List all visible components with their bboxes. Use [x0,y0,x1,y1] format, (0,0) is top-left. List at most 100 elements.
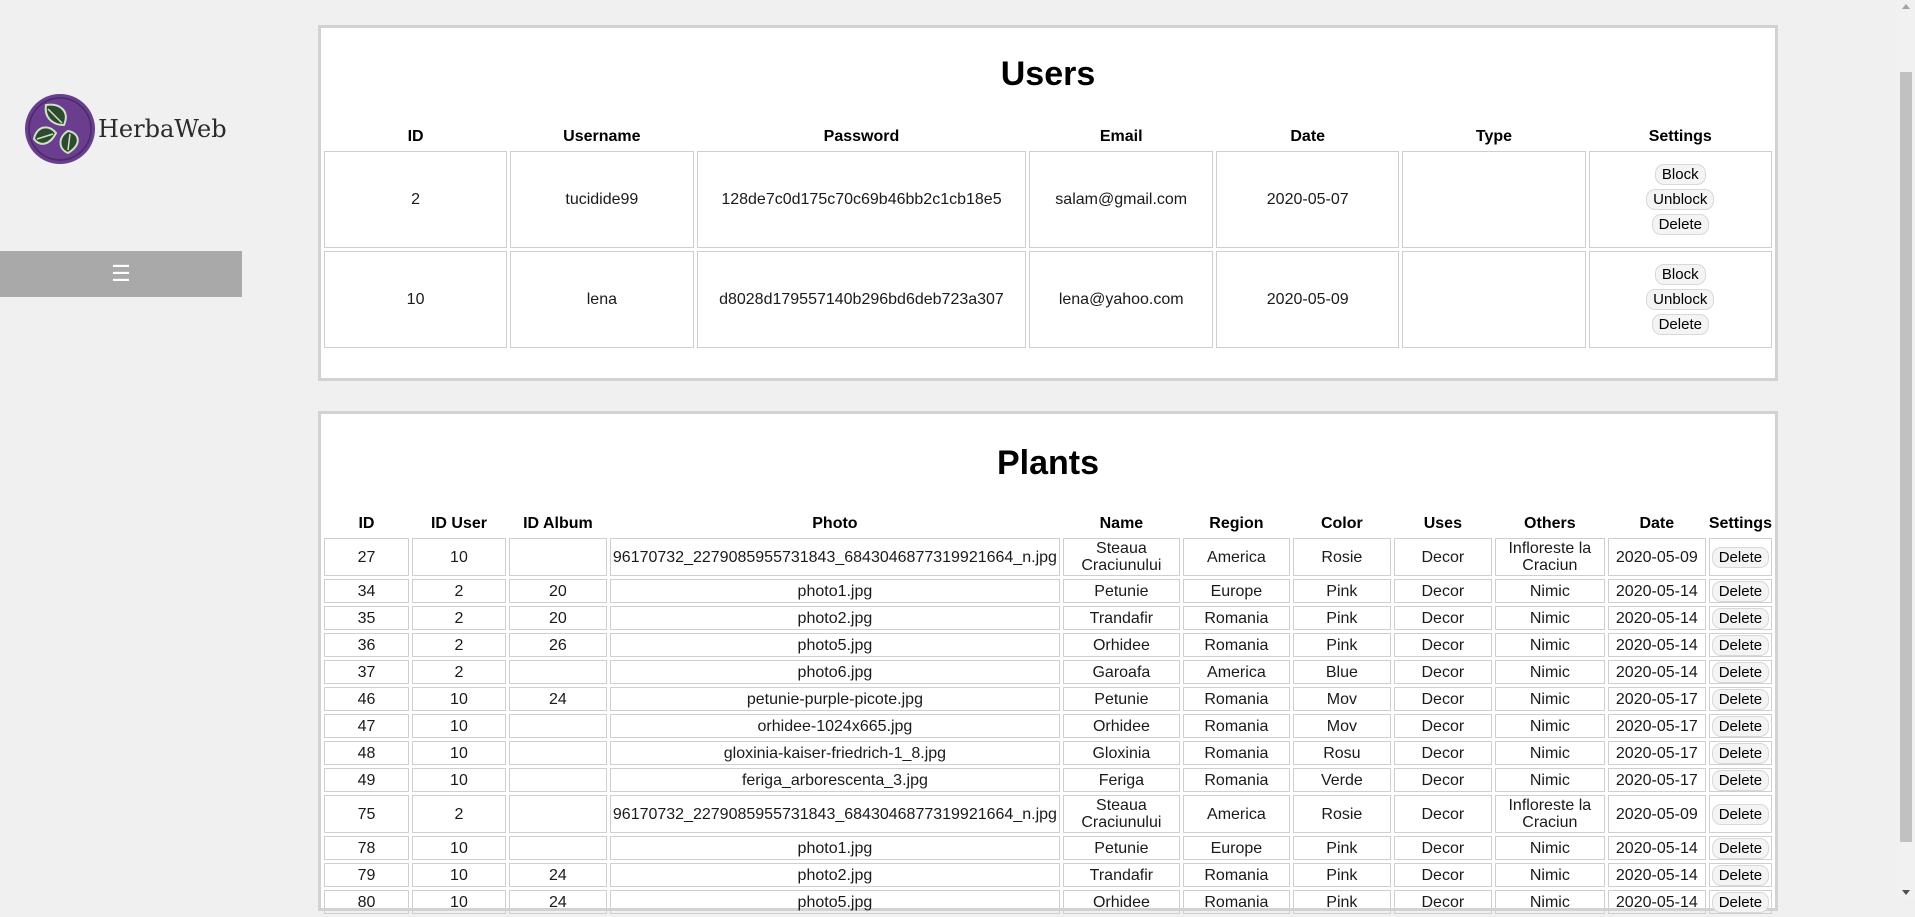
plant-cell-id-user: 10 [411,714,506,738]
plant-cell-id-user: 10 [411,768,506,792]
plant-settings-cell: Delete [1708,795,1772,833]
plant-cell-id-user: 2 [411,633,506,657]
plant-cell-color: Blue [1292,660,1391,684]
delete-plant-button[interactable]: Delete [1711,634,1770,656]
plant-cell-color: Rosie [1292,795,1391,833]
plant-cell-uses: Decor [1393,660,1492,684]
plant-cell-id-user: 10 [411,863,506,887]
plant-cell-photo: 96170732_2279085955731843_68430468773199… [609,795,1060,833]
plants-panel: Plants ID ID User ID Album Photo Name Region C… [318,411,1778,914]
plant-cell-color: Mov [1292,687,1391,711]
users-panel: Users ID Username Password Email Date Ty… [318,25,1778,381]
plant-cell-others: Nimic [1494,660,1605,684]
plant-cell-id: 75 [324,795,409,833]
plant-cell-color: Rosu [1292,741,1391,765]
scroll-up-arrow-icon[interactable] [1902,4,1910,9]
plant-cell-name: Petunie [1062,687,1180,711]
col-email: Email [1099,128,1143,145]
plant-row: 37 2 photo6.jpg Garoafa America Blue Decor Nimi… [324,660,1772,684]
plant-cell-name: Trandafir [1062,606,1180,630]
plant-cell-id-album: 24 [508,687,607,711]
plant-row: 48 10 gloxinia-kaiser-friedrich-1_8.jpg Glo… [324,741,1772,765]
plant-cell-id-album [508,714,607,738]
delete-plant-button[interactable]: Delete [1711,837,1770,859]
user-cell-username: lena [510,251,694,348]
delete-plant-button[interactable]: Delete [1711,607,1770,629]
plant-cell-color: Pink [1292,579,1391,603]
delete-plant-button[interactable]: Delete [1711,891,1770,913]
user-cell-username: tucidide99 [510,151,694,248]
plant-cell-color: Pink [1292,633,1391,657]
user-cell-date: 2020-05-09 [1216,251,1400,348]
unblock-button[interactable]: Unblock [1646,289,1715,310]
plant-cell-photo: photo2.jpg [609,863,1060,887]
plant-cell-name: Feriga [1062,768,1180,792]
plant-cell-others: Nimic [1494,579,1605,603]
users-table: ID Username Password Email Date Type Set… [321,123,1775,351]
plant-cell-uses: Decor [1393,795,1492,833]
plant-cell-id-album [508,741,607,765]
scrollbar-thumb[interactable] [1900,72,1912,842]
delete-plant-button[interactable]: Delete [1711,803,1770,825]
plant-settings-cell: Delete [1708,890,1772,914]
delete-plant-button[interactable]: Delete [1711,715,1770,737]
block-button[interactable]: Block [1654,164,1706,185]
plant-row: 75 2 96170732_2279085955731843_68430468773… [324,795,1772,833]
plant-cell-uses: Decor [1393,687,1492,711]
plants-col-date: Date [1639,515,1675,532]
delete-plant-button[interactable]: Delete [1711,769,1770,791]
plant-cell-color: Pink [1292,890,1391,914]
delete-user-button[interactable]: Delete [1651,214,1709,235]
col-id: ID [407,128,424,145]
plant-settings-cell: Delete [1708,687,1772,711]
plant-settings-cell: Delete [1708,606,1772,630]
delete-user-button[interactable]: Delete [1651,314,1709,335]
plant-cell-photo: photo5.jpg [609,890,1060,914]
plant-row: 34 2 20 photo1.jpg Petunie Europe Pink Decor Nim… [324,579,1772,603]
users-title: Users [1000,55,1096,93]
delete-plant-button[interactable]: Delete [1711,661,1770,683]
plant-cell-id-album [508,836,607,860]
vertical-scrollbar[interactable] [1897,0,1915,899]
plant-settings-cell: Delete [1708,741,1772,765]
scroll-down-arrow-icon[interactable] [1902,890,1910,895]
plant-cell-color: Rosie [1292,538,1391,576]
plants-col-name: Name [1099,515,1144,532]
plants-col-id-user: ID User [430,515,487,532]
plant-cell-date: 2020-05-14 [1607,836,1706,860]
plant-cell-id-user: 2 [411,579,506,603]
plant-cell-others: Infloreste la Craciun [1494,795,1605,833]
user-cell-email: salam@gmail.com [1029,151,1214,248]
plant-cell-others: Nimic [1494,768,1605,792]
plant-row: 27 10 96170732_2279085955731843_6843046877… [324,538,1772,576]
plant-cell-uses: Decor [1393,606,1492,630]
plant-cell-uses: Decor [1393,633,1492,657]
plant-cell-photo: gloxinia-kaiser-friedrich-1_8.jpg [609,741,1060,765]
plant-cell-others: Nimic [1494,863,1605,887]
unblock-button[interactable]: Unblock [1646,189,1715,210]
plant-settings-cell: Delete [1708,538,1772,576]
col-username: Username [563,128,641,145]
plant-cell-id: 48 [324,741,409,765]
plant-cell-region: America [1182,538,1290,576]
delete-plant-button[interactable]: Delete [1711,688,1770,710]
user-cell-password: d8028d179557140b296bd6deb723a307 [696,251,1027,348]
menu-toggle-button[interactable]: ☰ [0,251,242,297]
delete-plant-button[interactable]: Delete [1711,580,1770,602]
delete-plant-button[interactable]: Delete [1711,742,1770,764]
plant-cell-date: 2020-05-14 [1607,660,1706,684]
plant-cell-photo: feriga_arborescenta_3.jpg [609,768,1060,792]
plant-cell-date: 2020-05-17 [1607,768,1706,792]
hamburger-icon: ☰ [111,261,131,286]
plant-settings-cell: Delete [1708,579,1772,603]
logo[interactable]: HerbaWeb [24,93,227,165]
col-password: Password [823,128,900,145]
plant-cell-id-user: 2 [411,660,506,684]
delete-plant-button[interactable]: Delete [1711,546,1770,568]
plant-cell-id-album [508,795,607,833]
plant-cell-region: Romania [1182,863,1290,887]
plant-cell-name: Steaua Craciunului [1062,795,1180,833]
delete-plant-button[interactable]: Delete [1711,864,1770,886]
block-button[interactable]: Block [1654,264,1706,285]
plant-cell-others: Nimic [1494,633,1605,657]
